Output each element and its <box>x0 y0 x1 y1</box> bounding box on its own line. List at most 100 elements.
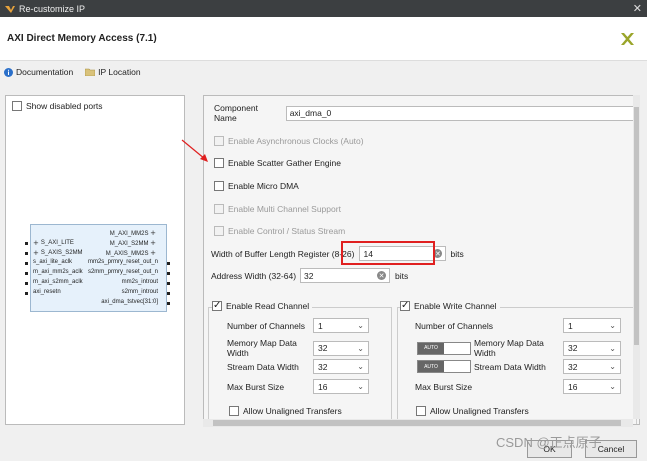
read-max-burst-value: 16 <box>318 381 328 392</box>
buffer-length-unit: bits <box>450 248 464 259</box>
window-title: Re-customize IP <box>19 3 86 14</box>
scrollbar-thumb[interactable] <box>213 420 621 426</box>
write-unaligned-label: Allow Unaligned Transfers <box>430 406 529 416</box>
pin-connector <box>25 272 28 275</box>
highlight-box <box>341 241 435 265</box>
enable-scatter-gather-label: Enable Scatter Gather Engine <box>228 158 341 168</box>
write-num-channels-row: Number of Channels 1 ⌄ <box>415 318 621 333</box>
address-width-row: Address Width (32-64) 32 ✕ bits <box>211 268 408 283</box>
write-mm-data-width-value: 32 <box>568 343 578 353</box>
documentation-label: Documentation <box>16 67 74 77</box>
read-unaligned-option[interactable]: Allow Unaligned Transfers <box>229 406 342 416</box>
expand-plus-icon[interactable]: + <box>150 229 156 237</box>
write-max-burst-select[interactable]: 16 ⌄ <box>563 379 621 394</box>
enable-scatter-gather-checkbox[interactable] <box>214 158 224 168</box>
ip-location-label: IP Location <box>98 67 141 77</box>
write-num-channels-select[interactable]: 1 ⌄ <box>563 318 621 333</box>
show-disabled-ports-label: Show disabled ports <box>26 101 103 111</box>
enable-control-status-label: Enable Control / Status Stream <box>228 226 346 236</box>
chevron-down-icon: ⌄ <box>357 382 364 391</box>
expand-plus-icon[interactable]: + <box>150 239 156 247</box>
write-mm-data-width-label: Memory Map Data Width <box>474 338 544 358</box>
xilinx-logo-icon <box>621 33 634 45</box>
enable-async-clocks-label: Enable Asynchronous Clocks (Auto) <box>228 136 364 146</box>
expand-plus-icon[interactable]: + <box>33 239 39 247</box>
vertical-scrollbar[interactable] <box>633 95 640 419</box>
enable-read-channel-checkbox[interactable] <box>212 300 222 311</box>
pin-connector <box>25 282 28 285</box>
auto-toggle-stream-data-width[interactable]: AUTO <box>417 360 471 373</box>
read-mm-data-width-row: Memory Map Data Width 32 ⌄ <box>227 338 369 358</box>
pin-m-axi-mm2s-aclk: m_axi_mm2s_aclk <box>33 269 83 275</box>
chevron-down-icon: ⌄ <box>609 343 616 353</box>
enable-read-channel-option[interactable]: Enable Read Channel <box>212 300 313 311</box>
show-disabled-ports-checkbox[interactable] <box>12 101 22 111</box>
pin-axi-resetn: axi_resetn <box>33 289 61 295</box>
enable-multi-channel-checkbox <box>214 204 224 214</box>
info-icon <box>4 67 13 77</box>
ip-location-button[interactable]: IP Location <box>85 67 141 77</box>
documentation-button[interactable]: Documentation <box>4 67 73 77</box>
pin-mm2s-introut: mm2s_introut <box>121 279 158 285</box>
ip-title: AXI Direct Memory Access (7.1) <box>7 33 157 44</box>
read-mm-data-width-label: Memory Map Data Width <box>227 338 297 358</box>
read-num-channels-row: Number of Channels 1 ⌄ <box>227 318 369 333</box>
component-name-input[interactable]: axi_dma_0 <box>285 105 639 121</box>
read-max-burst-row: Max Burst Size 16 ⌄ <box>227 379 369 394</box>
write-stream-data-width-select[interactable]: 32 ⌄ <box>563 359 621 374</box>
write-max-burst-value: 16 <box>568 381 578 392</box>
expand-plus-icon[interactable]: + <box>33 249 39 257</box>
scrollbar-thumb[interactable] <box>634 107 639 345</box>
read-num-channels-label: Number of Channels <box>227 320 305 331</box>
write-stream-data-width-label: Stream Data Width <box>474 361 546 372</box>
pin-axi-dma-tstvec: axi_dma_tstvec[31:0] <box>101 299 158 305</box>
read-max-burst-select[interactable]: 16 ⌄ <box>313 379 369 394</box>
chevron-down-icon: ⌄ <box>609 321 616 330</box>
write-unaligned-option[interactable]: Allow Unaligned Transfers <box>416 406 529 416</box>
toolbar: Documentation IP Location <box>0 62 647 82</box>
address-width-label: Address Width (32-64) <box>211 270 297 281</box>
pin-connector <box>167 272 170 275</box>
address-width-value: 32 <box>304 270 314 281</box>
expand-plus-icon[interactable]: + <box>150 249 156 257</box>
write-mm-data-width-select[interactable]: 32 ⌄ <box>563 340 621 356</box>
enable-read-channel-label: Enable Read Channel <box>226 301 310 311</box>
component-name-row: Component Name axi_dma_0 <box>214 103 639 123</box>
read-mm-data-width-value: 32 <box>318 343 328 353</box>
title-bar: Re-customize IP ✕ <box>0 0 647 17</box>
auto-label: AUTO <box>418 342 444 354</box>
ip-header: AXI Direct Memory Access (7.1) <box>0 17 647 61</box>
address-width-input[interactable]: 32 ✕ <box>300 268 391 283</box>
pin-m-axi-s2mm: M_AXI_S2MM + <box>109 239 156 247</box>
enable-multi-channel-option: Enable Multi Channel Support <box>214 204 341 214</box>
pin-connector <box>167 302 170 305</box>
pin-s-axi-lite: + S_AXI_LITE <box>33 239 74 247</box>
enable-control-status-option: Enable Control / Status Stream <box>214 226 345 236</box>
show-disabled-ports-option[interactable]: Show disabled ports <box>12 101 103 111</box>
folder-icon <box>85 68 96 76</box>
enable-write-channel-label: Enable Write Channel <box>414 301 497 311</box>
read-num-channels-select[interactable]: 1 ⌄ <box>313 318 369 333</box>
pin-connector <box>25 292 28 295</box>
read-mm-data-width-select[interactable]: 32 ⌄ <box>313 340 369 356</box>
close-icon[interactable]: ✕ <box>633 2 642 15</box>
pin-connector <box>167 292 170 295</box>
enable-write-channel-option[interactable]: Enable Write Channel <box>400 300 500 311</box>
horizontal-scrollbar[interactable] <box>203 419 633 427</box>
write-unaligned-checkbox[interactable] <box>416 406 426 416</box>
enable-async-clocks-option: Enable Asynchronous Clocks (Auto) <box>214 136 364 146</box>
enable-micro-dma-checkbox[interactable] <box>214 181 224 191</box>
read-unaligned-checkbox[interactable] <box>229 406 239 416</box>
auto-toggle-mm-data-width[interactable]: AUTO <box>417 341 471 355</box>
enable-micro-dma-label: Enable Micro DMA <box>228 181 299 191</box>
clear-icon[interactable]: ✕ <box>377 271 387 280</box>
read-stream-data-width-select[interactable]: 32 ⌄ <box>313 359 369 374</box>
enable-write-channel-checkbox[interactable] <box>400 300 410 311</box>
chevron-down-icon: ⌄ <box>357 362 364 371</box>
pin-connector <box>167 282 170 285</box>
enable-micro-dma-option[interactable]: Enable Micro DMA <box>214 181 299 191</box>
read-stream-data-width-value: 32 <box>318 361 328 372</box>
write-max-burst-row: Max Burst Size 16 ⌄ <box>415 379 621 394</box>
enable-scatter-gather-option[interactable]: Enable Scatter Gather Engine <box>214 158 341 168</box>
write-stream-data-width-value: 32 <box>568 361 578 372</box>
